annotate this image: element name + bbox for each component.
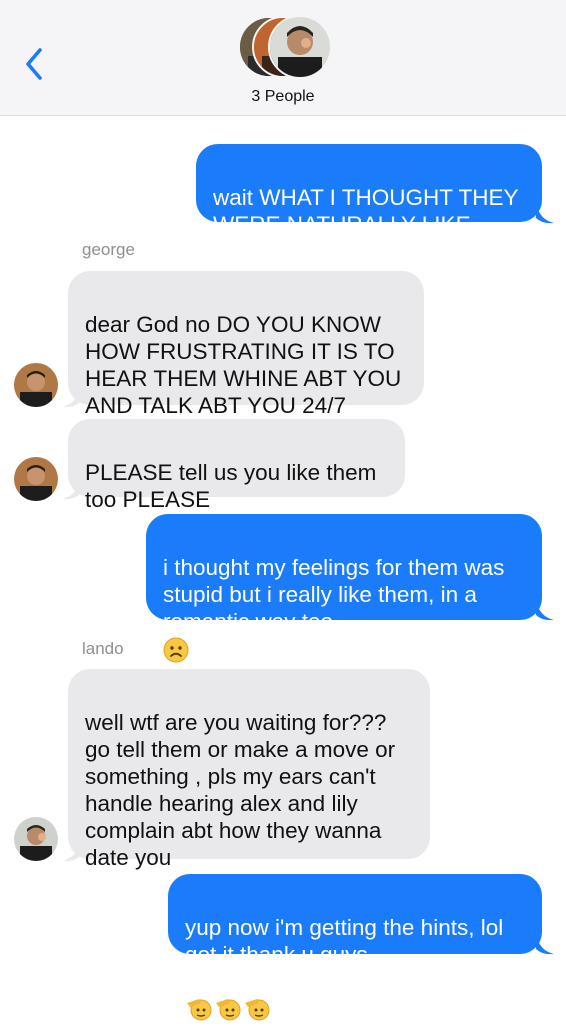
sender-name: lando xyxy=(82,639,124,658)
conversation-header: 3 People xyxy=(0,0,566,116)
george-avatar[interactable] xyxy=(14,457,58,501)
message-text: well wtf are you waiting for??? go tell … xyxy=(85,710,396,870)
received-message-bubble[interactable]: PLEASE tell us you like them too PLEASE xyxy=(68,419,405,512)
back-chevron-icon[interactable] xyxy=(20,46,50,82)
participants-label: 3 People xyxy=(251,88,315,105)
message-text: i thought my feelings for them was stupi… xyxy=(163,555,505,634)
message-text: wait WHAT I THOUGHT THEY WERE NATURALLY … xyxy=(213,185,519,264)
bubble-tail xyxy=(62,480,80,500)
message-text: dear God no DO YOU KNOW HOW FRUSTRATING … xyxy=(85,312,402,418)
bubble-tail xyxy=(536,204,554,224)
received-message-bubble[interactable]: well wtf are you waiting for??? go tell … xyxy=(68,669,430,870)
lando-avatar[interactable] xyxy=(14,817,58,861)
message-text: yup now i'm getting the hints, lol got i… xyxy=(185,915,504,967)
bubble-tail xyxy=(536,601,554,621)
sent-message-bubble[interactable]: yup now i'm getting the hints, lol got i… xyxy=(168,874,542,1021)
bubble-tail xyxy=(62,388,80,408)
group-avatar-stack[interactable] xyxy=(238,15,332,80)
message-text: PLEASE tell us you like them too PLEASE xyxy=(85,460,377,512)
participant-avatar xyxy=(268,15,332,79)
received-message-bubble[interactable]: dear God no DO YOU KNOW HOW FRUSTRATING … xyxy=(68,271,424,418)
saluting-face-icons xyxy=(185,968,275,1029)
bubble-tail xyxy=(62,842,80,862)
george-avatar[interactable] xyxy=(14,363,58,407)
bubble-tail xyxy=(536,935,554,955)
sent-message-bubble[interactable]: wait WHAT I THOUGHT THEY WERE NATURALLY … xyxy=(196,144,542,264)
sender-name: george xyxy=(82,240,135,259)
frowning-face-icon xyxy=(163,637,189,663)
sent-message-bubble[interactable]: i thought my feelings for them was stupi… xyxy=(146,514,542,663)
